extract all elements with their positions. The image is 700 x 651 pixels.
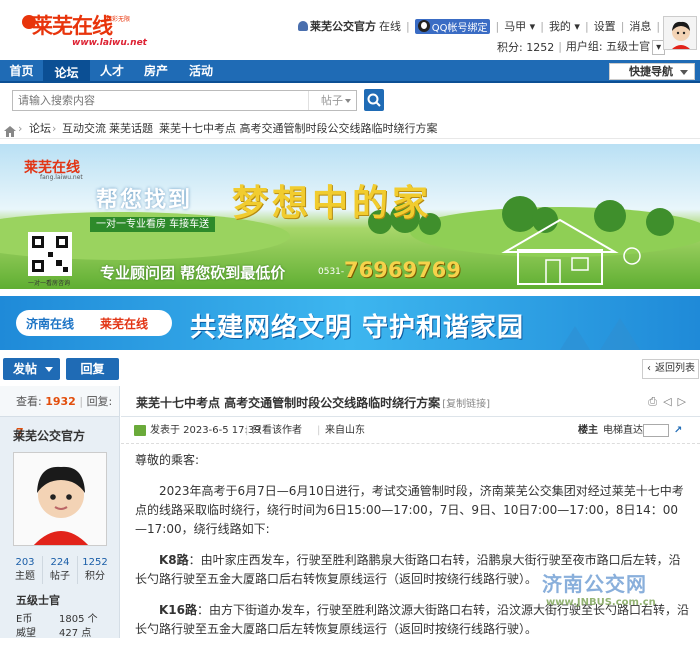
breadcrumb-forum[interactable]: 论坛 — [29, 118, 51, 139]
reply-button[interactable]: 回复 — [66, 358, 119, 380]
print-icon[interactable]: ⎙ — [648, 395, 657, 409]
user-icon — [298, 21, 308, 31]
user-group[interactable]: 用户组: 五级士官 ▾ — [566, 38, 666, 55]
search-input[interactable] — [12, 90, 357, 111]
main-nav: 首页 论坛 人才 房产 活动 快捷导航 — [0, 60, 700, 83]
banner2-text: 共建网络文明 守护和谐家园 — [190, 313, 525, 343]
back-to-list-button[interactable]: ‹ 返回列表 — [642, 359, 699, 379]
points-link[interactable]: 积分: 1252 — [497, 39, 554, 55]
content-intro: 2023年高考于6月7日—6月10日进行，考试交通管制时段，济南莱芜公交集团对经… — [135, 484, 684, 536]
topics-stat[interactable]: 203 主题 — [8, 556, 42, 584]
mine-menu[interactable]: 我的 ▾ — [549, 18, 580, 34]
nav-forum[interactable]: 论坛 — [43, 60, 90, 83]
banner-slogan: 帮您找到 — [96, 188, 193, 213]
civilization-banner[interactable]: 济南在线 莱芜在线 共建网络文明 守护和谐家园 — [0, 296, 700, 350]
goto-floor-input[interactable] — [643, 424, 669, 437]
breadcrumb-topic[interactable]: 莱芜话题 — [109, 118, 153, 139]
views-count: 1932 — [45, 395, 76, 408]
post-meta: 发表于 2023-6-5 17:39 | 只看该作者 | 来自山东 楼主 电梯直… — [121, 417, 700, 444]
search-button[interactable] — [364, 89, 384, 111]
messages-link[interactable]: 消息 — [629, 18, 651, 34]
goto-floor-label: 电梯直达 — [603, 425, 643, 436]
thread-actions: 发帖 回复 ‹ 返回列表 — [0, 356, 700, 382]
post-location: 来自山东 — [325, 425, 365, 436]
copy-link[interactable]: [复制链接] — [442, 399, 490, 410]
user-stats: 积分: 1252 | 用户组: 五级士官 ▾ — [497, 38, 666, 55]
post-title: 莱芜十七中考点 高考交通管制时段公交线路临时绕行方案 [复制链接] — [136, 396, 490, 410]
banner-headline: 梦想中的家 — [232, 182, 433, 224]
banner-qr-caption: 一对一看房咨询 — [28, 280, 71, 287]
back-arrow-icon: ‹ — [647, 363, 651, 374]
site-logo[interactable]: 莱芜在线 精彩无限 www.laiwu.net — [22, 8, 147, 52]
nav-talent[interactable]: 人才 — [90, 60, 134, 83]
chevron-down-icon — [680, 70, 688, 75]
search-icon — [367, 93, 381, 107]
chevron-down-icon — [45, 367, 53, 372]
next-thread-icon[interactable]: ▷ — [678, 395, 686, 409]
post-button[interactable]: 发帖 — [3, 358, 60, 380]
banner-phone-prefix: 0531- — [318, 267, 345, 277]
author-sidebar: 查看: 1932 | 回复: 7 莱芜公交官方 203 主题 224 帖子 1252… — [0, 386, 120, 639]
breadcrumb-current[interactable]: 莱芜十七中考点 高考交通管制时段公交线路临时绕行方案 — [159, 118, 438, 139]
watermark-url: www.JNBUS.com.cn — [546, 597, 656, 608]
post-title-row: 莱芜十七中考点 高考交通管制时段公交线路临时绕行方案 [复制链接] ⎙ ◁ ▷ — [121, 386, 700, 417]
avatar[interactable] — [663, 16, 697, 50]
post-content: 尊敬的乘客: 2023年高考于6月7日—6月10日进行，考试交通管制时段，济南莱… — [135, 451, 690, 651]
chevron-down-icon — [345, 99, 351, 103]
logo-url: www.laiwu.net — [72, 38, 147, 48]
logo-slogan: 精彩无限 — [106, 16, 131, 23]
nav-activity[interactable]: 活动 — [178, 60, 224, 83]
attr-prestige: 威望 427 点 — [16, 628, 92, 639]
author-counts: 203 主题 224 帖子 1252 积分 — [8, 556, 112, 584]
online-status: 在线 — [379, 20, 401, 33]
author-rank[interactable]: 五级士官 — [16, 592, 60, 608]
home-icon[interactable] — [4, 123, 16, 144]
avatar-icon — [664, 17, 696, 49]
banner2-logo-left: 济南在线 — [26, 317, 75, 331]
settings-link[interactable]: 设置 — [594, 18, 616, 34]
floor-label: 楼主 — [578, 425, 598, 436]
qq-bind-button[interactable]: QQ帐号绑定 — [414, 18, 491, 34]
banner-tagline: 专业顾问团 帮您砍到最低价 — [100, 264, 286, 282]
avatar-icon — [14, 453, 106, 545]
thread-stats: 查看: 1932 | 回复: 7 — [0, 386, 119, 439]
search-bar: 帖子 — [0, 86, 700, 116]
breadcrumb: › 论坛 › 互动交流 › 莱芜话题 › 莱芜十七中考点 高考交通管制时段公交线… — [0, 118, 700, 139]
site-header: 莱芜在线 精彩无限 www.laiwu.net 莱芜公交官方 在线 | QQ帐号… — [0, 0, 700, 58]
author-avatar[interactable] — [13, 452, 107, 546]
logo-text: 莱芜在线 — [32, 13, 113, 38]
posts-stat[interactable]: 224 帖子 — [42, 556, 77, 584]
banner-service-tag: 一对一专业看房 车接车送 — [90, 217, 216, 232]
watermark-title: 济南公交网 — [542, 572, 647, 596]
goto-floor-icon[interactable]: ↗ — [674, 417, 682, 444]
online-user-icon — [134, 425, 146, 436]
prev-thread-icon[interactable]: ◁ — [663, 395, 671, 409]
search-type-select[interactable]: 帖子 — [308, 91, 356, 110]
points-stat[interactable]: 1252 积分 — [77, 556, 112, 584]
author-only-link[interactable]: 只看该作者 — [252, 417, 302, 444]
user-toolbar: 莱芜公交官方 在线 | QQ帐号绑定 | 马甲 ▾ | 我的 ▾ | 设置 | … — [298, 18, 700, 34]
qq-icon — [417, 20, 430, 32]
horse-menu[interactable]: 马甲 ▾ — [504, 18, 535, 34]
post-date: 发表于 2023-6-5 17:39 — [150, 425, 261, 436]
banner2-logo-right: 莱芜在线 — [100, 317, 149, 331]
username-link[interactable]: 莱芜公交官方 — [310, 18, 376, 34]
quick-nav-dropdown[interactable]: 快捷导航 — [609, 63, 695, 80]
nav-home[interactable]: 首页 — [0, 60, 43, 83]
author-name[interactable]: 莱芜公交官方 — [13, 427, 119, 443]
nav-housing[interactable]: 房产 — [134, 60, 178, 83]
content-greeting: 尊敬的乘客: — [135, 453, 200, 467]
title-tools: ⎙ ◁ ▷ — [648, 395, 686, 409]
banner-logo-url: fang.laiwu.net — [40, 174, 83, 181]
attr-ecoin: E币 1805 个 — [16, 614, 98, 625]
banner-phone: 76969769 — [344, 258, 461, 282]
housing-ad-banner[interactable]: 莱芜在线 fang.laiwu.net 帮您找到 梦想中的家 一对一专业看房 车… — [0, 144, 700, 289]
